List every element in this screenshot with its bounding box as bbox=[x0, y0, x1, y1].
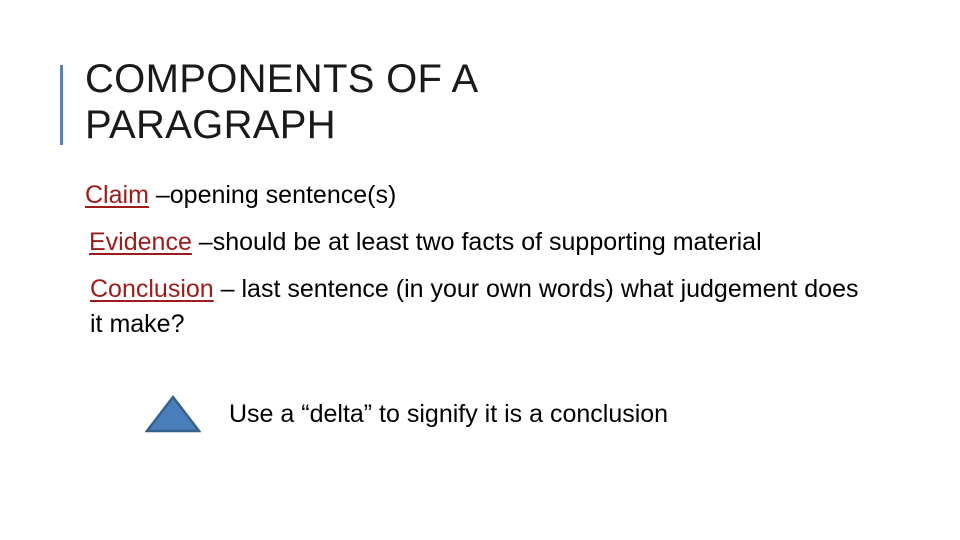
body-content: Claim –opening sentence(s) Evidence –sho… bbox=[85, 178, 875, 342]
bullet-evidence: Evidence –should be at least two facts o… bbox=[85, 225, 875, 260]
bullet-claim: Claim –opening sentence(s) bbox=[85, 178, 875, 213]
delta-triangle-icon bbox=[145, 395, 201, 433]
term-evidence-description: –should be at least two facts of support… bbox=[191, 228, 762, 256]
page-title: COMPONENTS OF A PARAGRAPH bbox=[85, 57, 477, 147]
bullet-conclusion: Conclusion – last sentence (in your own … bbox=[85, 272, 875, 342]
delta-note-text: Use a “delta” to signify it is a conclus… bbox=[229, 399, 669, 428]
bullet-delta-note: Use a “delta” to signify it is a conclus… bbox=[145, 395, 668, 433]
term-evidence: Evidence bbox=[89, 228, 192, 256]
title-block: COMPONENTS OF A PARAGRAPH bbox=[60, 56, 860, 148]
term-claim-description: –opening sentence(s) bbox=[148, 181, 397, 209]
term-claim: Claim bbox=[85, 181, 149, 209]
term-conclusion: Conclusion bbox=[90, 275, 214, 303]
slide-canvas: COMPONENTS OF A PARAGRAPH Claim –opening… bbox=[0, 0, 960, 540]
